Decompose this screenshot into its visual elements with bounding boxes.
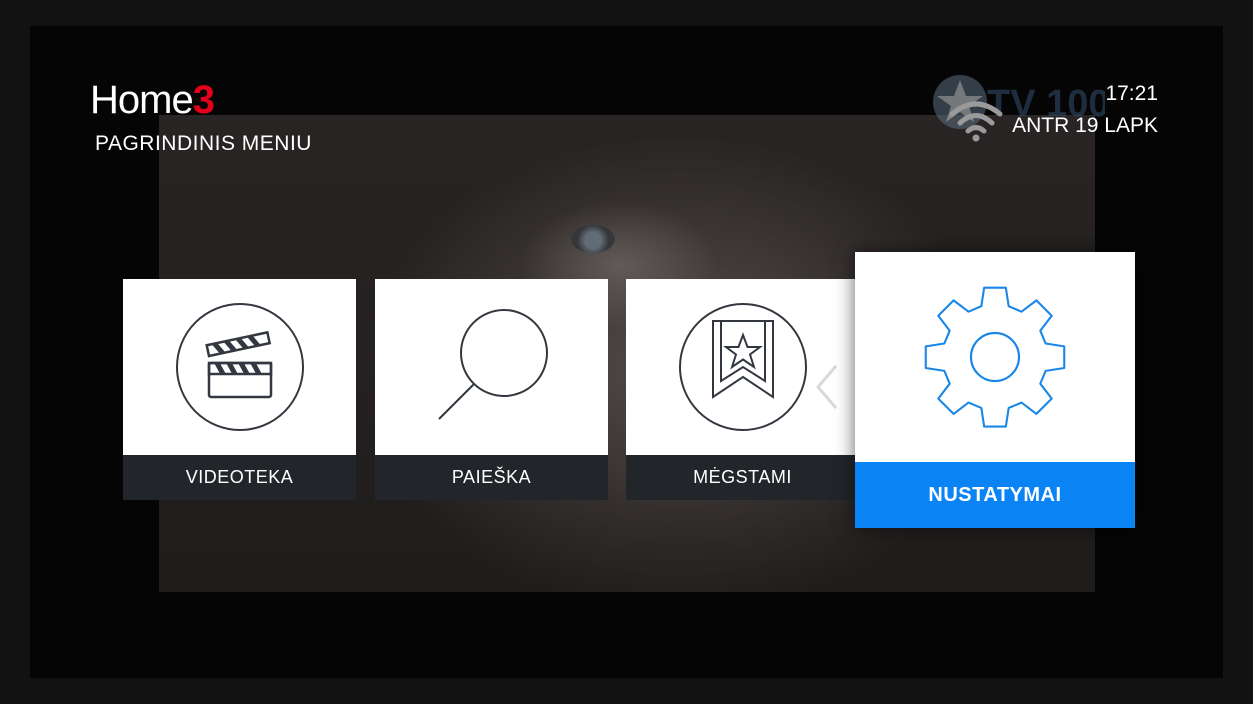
brand-accent: 3 [192, 78, 215, 122]
tile-label-videoteka: VIDEOTEKA [123, 455, 356, 500]
tile-icon-area [375, 279, 608, 455]
tile-icon-area [123, 279, 356, 455]
menu-tile-videoteka[interactable]: VIDEOTEKA [123, 279, 356, 500]
clapperboard-icon [175, 303, 304, 431]
menu-tile-paieska[interactable]: PAIEŠKA [375, 279, 608, 500]
bookmark-star-icon [678, 303, 807, 431]
tile-label-megstami: MĖGSTAMI [626, 455, 859, 500]
tile-icon-area [855, 252, 1135, 462]
wifi-icon [949, 101, 1003, 142]
clock-date: ANTR 19 LAPK [1012, 114, 1158, 137]
tile-label-nustatymai: NUSTATYMAI [855, 462, 1135, 528]
gear-icon [924, 286, 1066, 428]
page-title: PAGRINDINIS MENIU [95, 132, 312, 155]
tile-label-paieska: PAIEŠKA [375, 455, 608, 500]
menu-tile-nustatymai[interactable]: NUSTATYMAI [855, 252, 1135, 528]
tv-screen: Home3 PAGRINDINIS MENIU TV 100 17:21 ANT… [30, 26, 1223, 678]
brand-name: Home [90, 78, 194, 122]
chevron-left-icon[interactable] [812, 362, 842, 412]
search-icon [437, 309, 548, 420]
brand-logo: Home3 [90, 78, 215, 122]
clock-time: 17:21 [1105, 82, 1158, 105]
